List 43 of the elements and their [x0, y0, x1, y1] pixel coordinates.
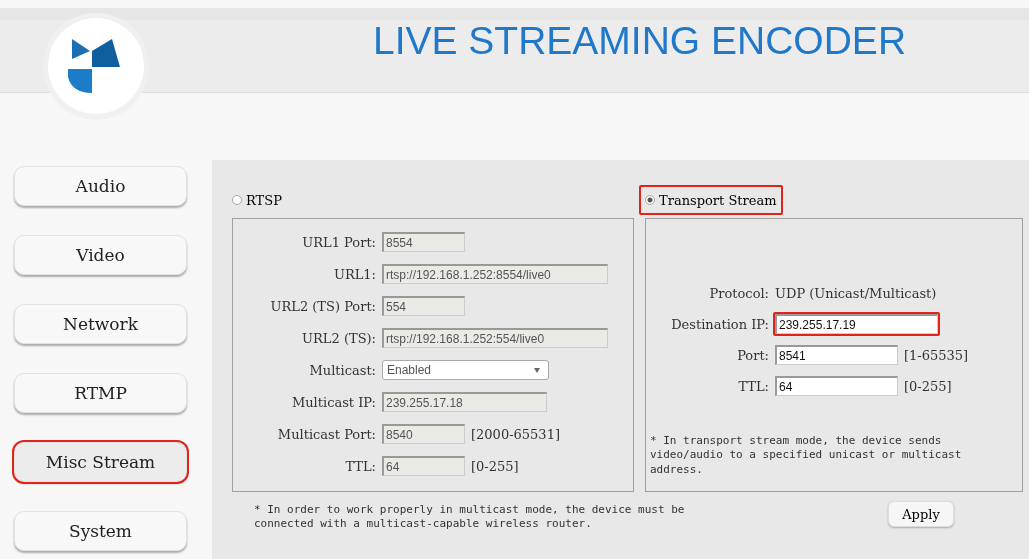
radio-icon: [232, 195, 242, 205]
input-field[interactable]: rtsp://192.168.1.252:8554/live0: [382, 264, 608, 284]
field-label: Port:: [736, 347, 770, 363]
nav-button[interactable]: RTMP: [14, 373, 187, 413]
note-text: * In order to work properly in multicast mode, the device must be connected with a multicast-capable wireless router.: [254, 503, 686, 532]
nav-button[interactable]: Video: [14, 235, 187, 275]
nav-button[interactable]: Misc Stream: [14, 442, 187, 482]
input-field[interactable]: 64: [382, 456, 465, 476]
field-label: Protocol:: [708, 285, 770, 301]
field-label: Multicast Port:: [276, 426, 377, 442]
caret-icon: [534, 367, 540, 373]
input-field[interactable]: 64: [775, 376, 898, 396]
apply-button[interactable]: Apply: [888, 501, 954, 527]
input-field[interactable]: 239.255.17.19: [775, 314, 938, 334]
input-field[interactable]: 8541: [775, 345, 898, 365]
dropdown[interactable]: Enabled: [382, 360, 549, 380]
nav-button[interactable]: Network: [14, 304, 187, 344]
range-hint: [2000-65531]: [471, 426, 560, 442]
radio-icon: [645, 195, 655, 205]
field-label: Destination IP:: [670, 316, 770, 332]
range-hint: [0-255]: [904, 378, 952, 394]
note-text: * In transport stream mode, the device sends video/audio to a specified unicast or multicast address.: [650, 434, 963, 477]
nav-button[interactable]: System: [14, 511, 187, 551]
field-label: URL1:: [332, 266, 377, 282]
field-label: URL2 (TS):: [301, 330, 377, 346]
range-hint: [1-65535]: [904, 347, 969, 363]
field-label: TTL:: [344, 458, 377, 474]
field-label: Multicast IP:: [290, 394, 377, 410]
page-title: LIVE STREAMING ENCODER: [372, 19, 907, 63]
field-label: TTL:: [737, 378, 770, 394]
range-hint: [0-255]: [471, 458, 519, 474]
field-label: URL2 (TS) Port:: [269, 298, 377, 314]
nav-button[interactable]: Audio: [14, 166, 187, 206]
input-field[interactable]: 8540: [382, 424, 465, 444]
radio-option[interactable]: RTSP: [226, 185, 288, 215]
radio-option[interactable]: Transport Stream: [639, 185, 783, 215]
input-field[interactable]: 554: [382, 296, 465, 316]
field-label: URL1 Port:: [301, 234, 377, 250]
input-field[interactable]: rtsp://192.168.1.252:554/live0: [382, 328, 608, 348]
input-field[interactable]: 239.255.17.18: [382, 392, 547, 412]
field-label: Multicast:: [308, 362, 377, 378]
field-value: UDP (Unicast/Multicast): [775, 285, 937, 301]
input-field[interactable]: 8554: [382, 232, 465, 252]
